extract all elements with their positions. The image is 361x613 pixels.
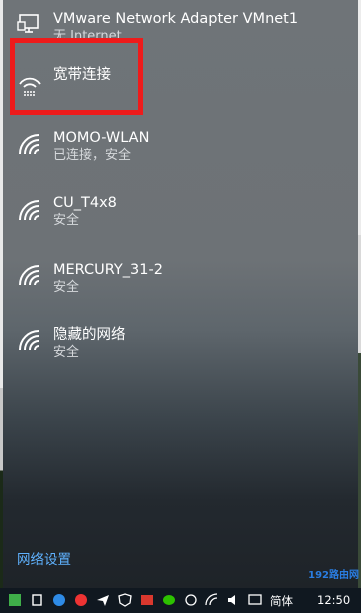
security-app-icon[interactable] bbox=[74, 593, 88, 607]
wifi-icon bbox=[19, 265, 40, 286]
network-status: 安全 bbox=[53, 213, 80, 228]
network-item-hidden[interactable]: 隐藏的网络 安全 bbox=[3, 320, 358, 370]
security-shield-icon[interactable] bbox=[118, 593, 132, 607]
network-item-vmware[interactable]: VMware Network Adapter VMnet1 无 Internet bbox=[3, 0, 358, 44]
network-item-mercury[interactable]: MERCURY_31-2 安全 bbox=[3, 254, 358, 304]
message-icon[interactable] bbox=[248, 593, 262, 607]
volume-icon[interactable] bbox=[226, 593, 240, 607]
sync-icon[interactable] bbox=[184, 593, 198, 607]
network-name: 隐藏的网络 bbox=[53, 327, 126, 343]
wifi-icon bbox=[19, 200, 40, 221]
network-status: 已连接，安全 bbox=[53, 148, 132, 163]
network-flyout: VMware Network Adapter VMnet1 无 Internet… bbox=[3, 0, 358, 588]
network-settings-link[interactable]: 网络设置 bbox=[17, 548, 71, 568]
watermark: 192路由网 bbox=[308, 570, 359, 581]
network-name: MERCURY_31-2 bbox=[53, 262, 163, 278]
highlight-box bbox=[10, 38, 143, 115]
network-name: VMware Network Adapter VMnet1 bbox=[53, 11, 299, 27]
wechat-icon[interactable] bbox=[162, 593, 176, 607]
wifi-tray-icon[interactable] bbox=[205, 593, 219, 607]
ime-indicator[interactable]: 简体 bbox=[270, 593, 293, 609]
network-item-cu-t4x8[interactable]: CU_T4x8 安全 bbox=[3, 188, 358, 238]
network-item-momo-wlan[interactable]: MOMO-WLAN 已连接，安全 bbox=[3, 124, 358, 174]
ethernet-monitor-icon bbox=[17, 14, 39, 33]
network-status: 安全 bbox=[53, 280, 80, 295]
network-name: MOMO-WLAN bbox=[53, 130, 150, 146]
browser-icon[interactable] bbox=[52, 593, 66, 607]
red-app-icon[interactable] bbox=[140, 593, 154, 607]
clock[interactable]: 12:50 bbox=[317, 593, 350, 607]
network-status: 安全 bbox=[53, 345, 80, 360]
taskbar: 简体 12:50 bbox=[0, 588, 361, 613]
wifi-icon bbox=[19, 134, 40, 155]
wifi-icon bbox=[19, 330, 40, 351]
send-icon[interactable] bbox=[96, 593, 110, 607]
usb-icon[interactable] bbox=[30, 593, 44, 607]
green-app-icon[interactable] bbox=[8, 593, 22, 607]
network-name: CU_T4x8 bbox=[53, 195, 117, 211]
